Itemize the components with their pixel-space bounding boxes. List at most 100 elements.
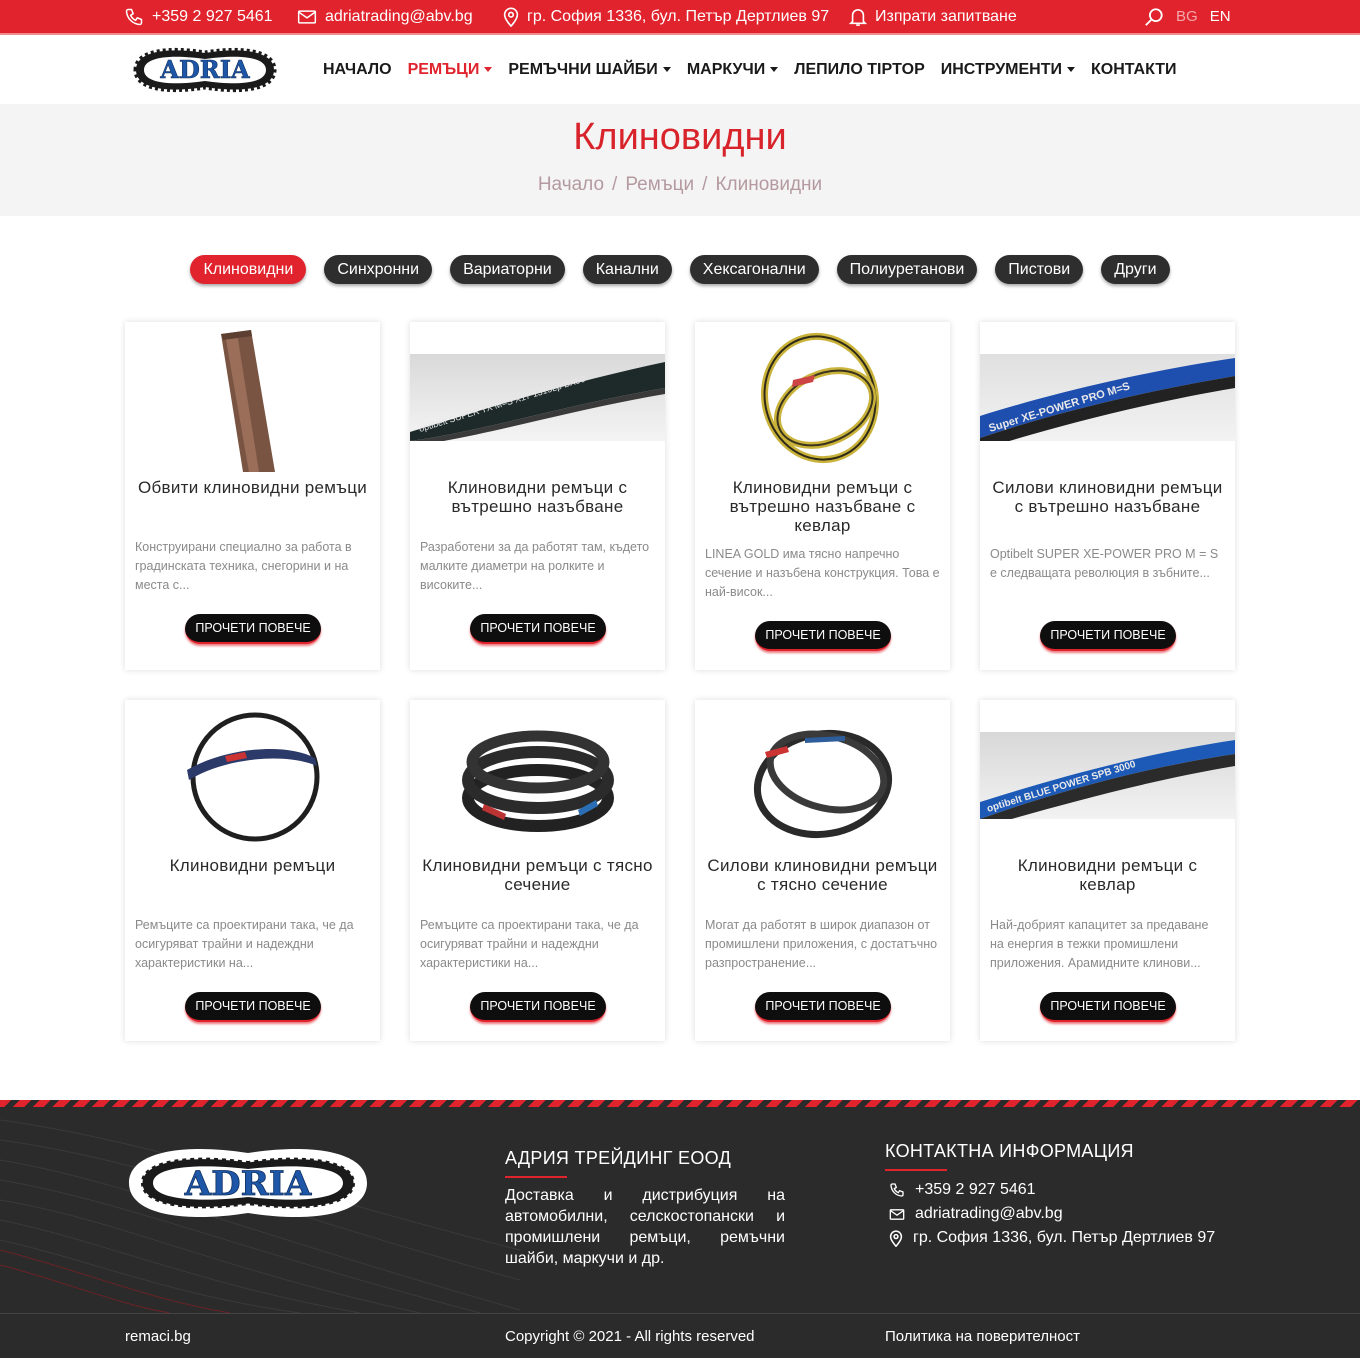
nav-glue-label: ЛЕПИЛО TIPTOP [794, 60, 925, 78]
footer-email[interactable]: adriatrading@abv.bg [889, 1205, 1063, 1223]
nav-hoses-label: МАРКУЧИ [686, 60, 766, 78]
product-card[interactable]: Клиновидни ремъци с тясно сечение Ремъци… [410, 700, 665, 1041]
nav-hoses[interactable]: МАРКУЧИ [686, 60, 779, 79]
site-logo[interactable]: ADRIA [128, 41, 282, 104]
nav-glue[interactable]: ЛЕПИЛО TIPTOP [794, 61, 925, 79]
footer-contact-heading: КОНТАКТНА ИНФОРМАЦИЯ [885, 1141, 1134, 1171]
footer-site-link[interactable]: remaci.bg [125, 1328, 191, 1345]
footer-privacy-link[interactable]: Политика на поверителност [885, 1328, 1080, 1345]
product-image[interactable] [695, 708, 950, 850]
breadcrumb-home[interactable]: Начало [538, 174, 604, 195]
filter-hexagonal[interactable]: Хексагонални [689, 255, 819, 284]
filter-polyurethane[interactable]: Полиуретанови [836, 255, 978, 284]
product-image[interactable]: optibelt SUPER TX M=S X17 1315Lp BX50 [410, 354, 665, 441]
product-card[interactable]: Силови клиновидни ремъци с тясно сечение… [695, 700, 950, 1041]
product-description: Най-добрият капацитет за предаване на ен… [990, 918, 1209, 970]
product-image[interactable] [125, 708, 380, 850]
product-title[interactable]: Клиновидни ремъци с вътрешно назъбване с… [705, 478, 940, 535]
lang-en[interactable]: EN [1210, 8, 1231, 25]
topbar-address-text: гр. София 1336, бул. Петър Дертлиев 97 [527, 7, 830, 25]
product-title[interactable]: Обвити клиновидни ремъци [135, 478, 370, 497]
nav-contacts-label: КОНТАКТИ [1090, 60, 1177, 78]
product-image[interactable]: optibelt BLUE POWER SPB 3000 [980, 732, 1235, 819]
nav-belts[interactable]: РЕМЪЦИ [408, 61, 493, 79]
filter-synchronous[interactable]: Синхронни [324, 255, 433, 284]
filter-other[interactable]: Други [1101, 255, 1170, 284]
main-nav: НАЧАЛО РЕМЪЦИ РЕМЪЧНИ ШАЙБИ МАРКУЧИ ЛЕПИ… [323, 35, 1177, 104]
footer-logo[interactable]: ADRIA [125, 1137, 371, 1234]
phone-icon [125, 8, 143, 25]
product-image[interactable] [695, 330, 950, 472]
footer-copyright: Copyright © 2021 - All rights reserved [505, 1328, 755, 1345]
product-card[interactable]: optibelt BLUE POWER SPB 3000 Клиновидни … [980, 700, 1235, 1041]
footer-company-heading: АДРИЯ ТРЕЙДИНГ ЕООД [505, 1148, 732, 1178]
topbar-address: гр. София 1336, бул. Петър Дертлиев 97 [503, 0, 829, 33]
filter-variator[interactable]: Вариаторни [450, 255, 565, 284]
breadcrumb: Начало / Ремъци / Клиновидни [0, 174, 1360, 196]
chevron-down-icon [770, 67, 779, 72]
product-title[interactable]: Силови клиновидни ремъци с тясно сечение [705, 856, 940, 894]
product-description: Конструирани специално за работа в гради… [135, 540, 352, 592]
product-image[interactable] [125, 330, 380, 472]
footer-phone[interactable]: +359 2 927 5461 [889, 1181, 1036, 1199]
read-more-button[interactable]: ПРОЧЕТИ ПОВЕЧЕ [1040, 992, 1176, 1022]
product-description: Optibelt SUPER XE-POWER PRO M = S е след… [990, 547, 1219, 580]
read-more-button[interactable]: ПРОЧЕТИ ПОВЕЧЕ [470, 992, 606, 1022]
product-title[interactable]: Клиновидни ремъци с тясно сечение [420, 856, 655, 894]
top-bar: +359 2 927 5461 adriatrading@abv.bg гр. … [0, 0, 1360, 33]
footer-address-text: гр. София 1336, бул. Петър Дертлиев 97 [913, 1229, 1216, 1246]
footer-about-text: Доставка и дистрибуция на автомобилни, с… [505, 1187, 785, 1267]
product-image[interactable] [410, 708, 665, 850]
read-more-button[interactable]: ПРОЧЕТИ ПОВЕЧЕ [755, 992, 891, 1022]
topbar-inquiry-link[interactable]: Изпрати запитване [849, 0, 1017, 33]
product-description: Могат да работят в широк диапазон от про… [705, 918, 938, 970]
filter-channel[interactable]: Канални [582, 255, 672, 284]
product-description: Ремъците са проектирани така, че да осиг… [135, 918, 354, 970]
filter-v-belts[interactable]: Клиновидни [190, 255, 307, 284]
chevron-down-icon [484, 67, 493, 72]
product-image[interactable]: Super XE-POWER PRO M=S [980, 354, 1235, 441]
footer-phone-text: +359 2 927 5461 [915, 1181, 1036, 1198]
category-filters: Клиновидни Синхронни Вариаторни Канални … [0, 255, 1360, 284]
nav-belts-label: РЕМЪЦИ [407, 60, 480, 78]
nav-home-label: НАЧАЛО [323, 60, 392, 78]
breadcrumb-separator: / [702, 174, 708, 195]
product-title[interactable]: Клиновидни ремъци с вътрешно назъбване [420, 478, 655, 516]
read-more-button[interactable]: ПРОЧЕТИ ПОВЕЧЕ [470, 614, 606, 644]
envelope-icon [889, 1208, 905, 1220]
product-card[interactable]: Super XE-POWER PRO M=S Силови клиновидни… [980, 322, 1235, 670]
product-title[interactable]: Клиновидни ремъци [135, 856, 370, 875]
nav-tools[interactable]: ИНСТРУМЕНТИ [941, 61, 1075, 79]
footer-email-text: adriatrading@abv.bg [915, 1205, 1063, 1222]
read-more-button[interactable]: ПРОЧЕТИ ПОВЕЧЕ [1040, 621, 1176, 651]
filter-track[interactable]: Пистови [995, 255, 1084, 284]
product-description: Разработени за да работят там, където ма… [420, 540, 650, 592]
topbar-phone-text: +359 2 927 5461 [152, 7, 273, 25]
product-card[interactable]: Клиновидни ремъци с вътрешно назъбване с… [695, 322, 950, 670]
product-title[interactable]: Силови клиновидни ремъци с вътрешно назъ… [990, 478, 1225, 516]
location-pin-icon [889, 1229, 903, 1247]
page-title-band: Клиновидни Начало / Ремъци / Клиновидни [0, 104, 1360, 216]
breadcrumb-belts[interactable]: Ремъци [625, 174, 694, 195]
nav-pulleys[interactable]: РЕМЪЧНИ ШАЙБИ [508, 60, 671, 79]
read-more-button[interactable]: ПРОЧЕТИ ПОВЕЧЕ [755, 621, 891, 651]
search-icon [1145, 7, 1163, 26]
topbar-phone[interactable]: +359 2 927 5461 [124, 0, 273, 33]
product-title[interactable]: Клиновидни ремъци с кевлар [990, 856, 1225, 894]
read-more-button[interactable]: ПРОЧЕТИ ПОВЕЧЕ [185, 614, 321, 644]
page-title: Клиновидни [573, 116, 787, 158]
product-card[interactable]: optibelt SUPER TX M=S X17 1315Lp BX50 Кл… [410, 322, 665, 670]
main-header: ADRIA НАЧАЛО РЕМЪЦИ РЕМЪЧНИ ШАЙБИ МАРКУЧ… [0, 33, 1360, 104]
nav-home[interactable]: НАЧАЛО [323, 61, 392, 79]
footer-address: гр. София 1336, бул. Петър Дертлиев 97 [889, 1229, 1215, 1247]
nav-contacts[interactable]: КОНТАКТИ [1091, 61, 1177, 79]
search-button[interactable] [1144, 0, 1164, 33]
read-more-button[interactable]: ПРОЧЕТИ ПОВЕЧЕ [185, 992, 321, 1022]
product-card[interactable]: Обвити клиновидни ремъци Конструирани сп… [125, 322, 380, 670]
location-pin-icon [503, 7, 519, 27]
nav-pulleys-label: РЕМЪЧНИ ШАЙБИ [508, 60, 658, 78]
product-card[interactable]: Клиновидни ремъци Ремъците са проектиран… [125, 700, 380, 1041]
topbar-email[interactable]: adriatrading@abv.bg [297, 0, 473, 33]
lang-bg[interactable]: BG [1176, 8, 1198, 25]
chevron-down-icon [1066, 67, 1075, 72]
